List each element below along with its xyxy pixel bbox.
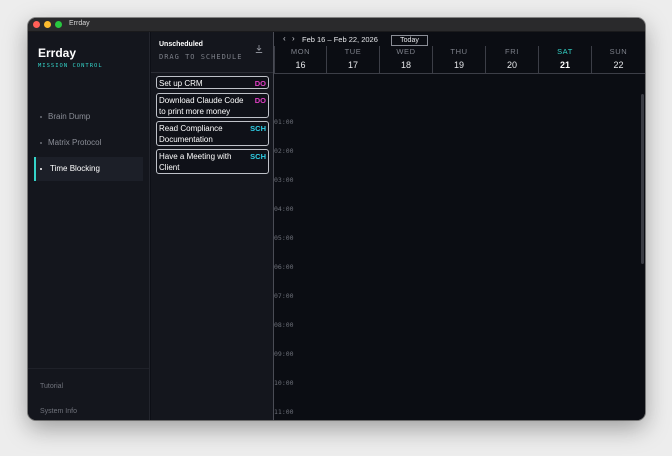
hour-label: 02:00	[274, 147, 294, 155]
day-date: 19	[453, 60, 464, 70]
day-column-header-today: SAT 21	[538, 46, 591, 74]
panel-divider	[151, 72, 273, 73]
day-date: 18	[400, 60, 411, 70]
close-window-button[interactable]	[33, 21, 40, 28]
day-name: FRI	[505, 47, 519, 56]
sidebar-link-system-info[interactable]: System Info	[40, 408, 77, 415]
date-range: Feb 16 – Feb 22, 2026	[302, 35, 378, 44]
hour-label: 07:00	[274, 292, 294, 300]
task-card[interactable]: Have a Meeting with Client SCH	[156, 149, 269, 174]
hour-label: 08:00	[274, 321, 294, 329]
bullet-icon	[40, 168, 42, 170]
unscheduled-title: Unscheduled	[159, 41, 203, 48]
day-column-header: FRI 20	[485, 46, 538, 74]
bullet-icon	[40, 142, 42, 144]
day-name: SUN	[609, 47, 628, 56]
day-name: SAT	[557, 47, 573, 56]
calendar-scrollbar[interactable]	[641, 94, 644, 264]
task-title: Download Claude Code to print more money	[159, 96, 244, 116]
sidebar-divider	[28, 368, 149, 369]
sidebar-item-label: Time Blocking	[50, 164, 100, 173]
unscheduled-panel: Unscheduled DRAG TO SCHEDULE Set up CRM …	[151, 32, 274, 420]
task-badge: SCH	[250, 124, 266, 133]
day-column-header: SUN 22	[591, 46, 645, 74]
chevron-left-icon[interactable]: ‹	[283, 34, 286, 43]
chevron-right-icon[interactable]: ›	[292, 34, 295, 43]
task-card[interactable]: Set up CRM DO	[156, 76, 269, 89]
hour-label: 06:00	[274, 263, 294, 271]
day-date: 22	[613, 60, 624, 70]
day-name: THU	[450, 47, 468, 56]
day-date: 20	[506, 60, 517, 70]
task-title: Set up CRM	[159, 79, 203, 88]
window-title: Errday	[69, 20, 90, 27]
sidebar-item-brain-dump[interactable]: Brain Dump	[34, 105, 143, 129]
sidebar-item-matrix-protocol[interactable]: Matrix Protocol	[34, 131, 143, 155]
calendar-toolbar: ‹ › Feb 16 – Feb 22, 2026 Today	[274, 32, 645, 46]
download-icon[interactable]	[255, 45, 263, 54]
day-column-header: MON 16	[274, 46, 326, 74]
hour-label: 03:00	[274, 176, 294, 184]
hour-label: 05:00	[274, 234, 294, 242]
task-card[interactable]: Download Claude Code to print more money…	[156, 93, 269, 118]
title-bar: Errday	[28, 18, 645, 32]
zoom-window-button[interactable]	[55, 21, 62, 28]
day-date: 17	[347, 60, 358, 70]
task-badge: DO	[254, 96, 266, 105]
hour-label: 01:00	[274, 118, 294, 126]
sidebar-link-tutorial[interactable]: Tutorial	[40, 383, 63, 390]
hour-label: 04:00	[274, 205, 294, 213]
day-name: TUE	[344, 47, 362, 56]
sidebar-item-label: Matrix Protocol	[48, 138, 102, 147]
task-badge: SCH	[250, 152, 266, 161]
hour-label: 10:00	[274, 379, 294, 387]
hour-label: 09:00	[274, 350, 294, 358]
app-subtitle: MISSION CONTROL	[38, 63, 103, 69]
bullet-icon	[40, 116, 42, 118]
day-name: WED	[396, 47, 416, 56]
minimize-window-button[interactable]	[44, 21, 51, 28]
task-card[interactable]: Read Compliance Documentation SCH	[156, 121, 269, 146]
app-brand: Errday	[38, 46, 77, 60]
task-badge: DO	[254, 79, 266, 88]
day-date: 21	[559, 60, 570, 70]
app-window: Errday Errday MISSION CONTROL Brain Dump…	[28, 18, 645, 420]
day-date: 16	[295, 60, 306, 70]
day-column-header: THU 19	[432, 46, 485, 74]
today-button[interactable]: Today	[391, 35, 428, 46]
sidebar-item-label: Brain Dump	[48, 112, 91, 121]
hour-label: 11:00	[274, 408, 294, 416]
calendar-view: ‹ › Feb 16 – Feb 22, 2026 Today MON 16 T…	[274, 32, 645, 420]
sidebar: Errday MISSION CONTROL Brain Dump Matrix…	[28, 32, 150, 420]
unscheduled-subtitle: DRAG TO SCHEDULE	[159, 53, 243, 61]
day-column-header: WED 18	[379, 46, 432, 74]
day-column-header: TUE 17	[326, 46, 379, 74]
day-name: MON	[290, 47, 311, 56]
sidebar-item-time-blocking[interactable]: Time Blocking	[34, 157, 143, 181]
